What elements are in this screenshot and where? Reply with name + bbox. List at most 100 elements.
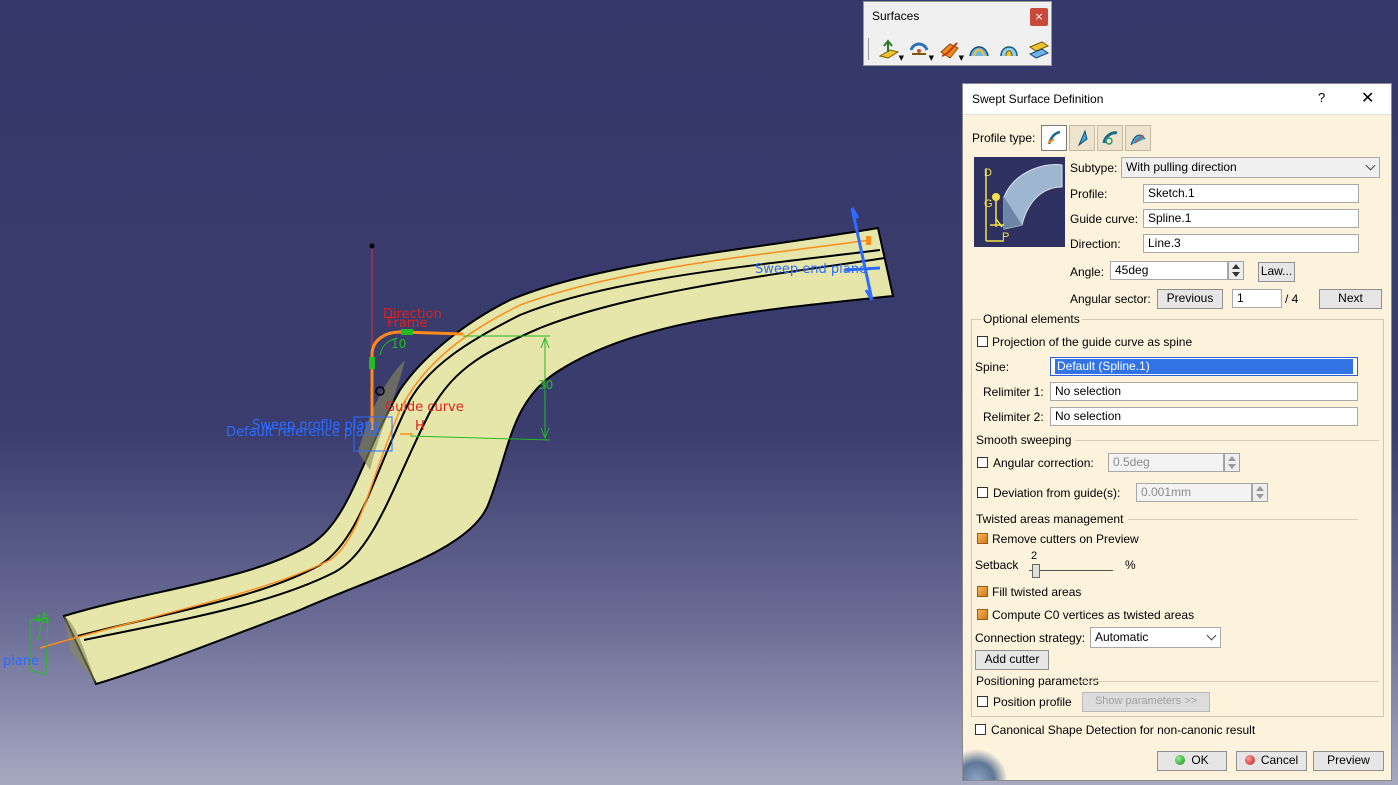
cancel-icon bbox=[1244, 755, 1255, 765]
angular-correction-checkbox[interactable] bbox=[977, 457, 988, 468]
extrude-surface-icon[interactable]: ▼ bbox=[876, 36, 904, 62]
toolbar-close-button[interactable]: × bbox=[1030, 8, 1048, 26]
angle-field[interactable]: 45deg bbox=[1110, 261, 1228, 280]
connection-strategy-label: Connection strategy: bbox=[975, 631, 1086, 645]
deviation-checkbox[interactable] bbox=[977, 487, 988, 498]
h-marker-label: H bbox=[415, 419, 425, 434]
toolbar-grip[interactable] bbox=[868, 38, 871, 60]
angular-sector-label: Angular sector: bbox=[1070, 292, 1151, 306]
angular-sector-field[interactable]: 1 bbox=[1232, 289, 1282, 308]
help-button[interactable]: ? bbox=[1318, 90, 1325, 105]
twisted-areas-separator bbox=[1128, 519, 1358, 520]
optional-elements-title: Optional elements bbox=[981, 312, 1082, 326]
ok-button[interactable]: OK bbox=[1157, 751, 1227, 771]
angular-correction-field[interactable]: 0.5deg bbox=[1108, 453, 1224, 472]
smooth-sweeping-separator bbox=[1075, 440, 1379, 441]
fill-twisted-checkbox[interactable] bbox=[977, 586, 988, 597]
spine-value: Default (Spline.1) bbox=[1055, 359, 1353, 374]
connection-strategy-value: Automatic bbox=[1095, 630, 1149, 644]
angular-correction-spinner[interactable] bbox=[1224, 453, 1240, 472]
guide-curve-field[interactable]: Spline.1 bbox=[1143, 209, 1359, 228]
smooth-sweeping-title: Smooth sweeping bbox=[976, 433, 1072, 447]
swept-surface[interactable] bbox=[62, 226, 895, 686]
remove-cutters-checkbox[interactable] bbox=[977, 533, 988, 544]
dim-30-label: 30 bbox=[538, 378, 554, 392]
surfaces-toolbar[interactable]: Surfaces × ▼ ▼ ▼ bbox=[863, 1, 1052, 66]
explicit-profile-icon[interactable] bbox=[1041, 125, 1067, 151]
line-profile-icon[interactable] bbox=[1069, 125, 1095, 151]
swept-surface-definition-dialog[interactable]: Swept Surface Definition ? ✕ Profile typ… bbox=[962, 83, 1392, 781]
subtype-select[interactable]: With pulling direction bbox=[1121, 157, 1380, 178]
dim-10-label: 10 bbox=[391, 337, 407, 351]
sweep-surface-icon[interactable]: ▼ bbox=[936, 36, 964, 62]
relimiter1-label: Relimiter 1: bbox=[983, 385, 1044, 399]
cancel-button[interactable]: Cancel bbox=[1236, 751, 1307, 771]
sweep-end-plane-label: Sweep end plane bbox=[755, 262, 867, 277]
setback-value: 2 bbox=[1031, 550, 1038, 562]
angular-sector-total: / 4 bbox=[1285, 292, 1299, 306]
angle-label: Angle: bbox=[1070, 265, 1105, 279]
deviation-label: Deviation from guide(s): bbox=[993, 486, 1121, 500]
dialog-titlebar[interactable]: Swept Surface Definition ? ✕ bbox=[963, 84, 1391, 115]
frame-label: Frame bbox=[387, 316, 428, 331]
compute-c0-label: Compute C0 vertices as twisted areas bbox=[992, 608, 1195, 622]
relimiter2-label: Relimiter 2: bbox=[983, 410, 1044, 424]
default-reference-plane-label: Default reference plane bbox=[226, 425, 380, 440]
spine-field[interactable]: Default (Spline.1) bbox=[1050, 357, 1358, 376]
direction-label: Direction: bbox=[1070, 237, 1121, 251]
projection-checkbox[interactable] bbox=[977, 336, 988, 347]
circle-profile-icon[interactable] bbox=[1097, 125, 1123, 151]
subtype-preview-image: D G P bbox=[974, 157, 1065, 247]
setback-slider-handle[interactable] bbox=[1032, 564, 1040, 578]
profile-label: Profile: bbox=[1070, 187, 1108, 201]
multisection-surface-icon[interactable] bbox=[966, 36, 992, 62]
guide-curve-label: Guide curve: bbox=[1070, 212, 1139, 226]
relimiter1-field[interactable]: No selection bbox=[1050, 382, 1358, 401]
previous-button[interactable]: Previous bbox=[1157, 289, 1223, 309]
remove-cutters-label: Remove cutters on Preview bbox=[992, 532, 1139, 546]
twisted-areas-title: Twisted areas management bbox=[976, 512, 1124, 526]
thumb-label-p: P bbox=[1002, 231, 1010, 243]
subtype-label: Subtype: bbox=[1070, 161, 1118, 175]
plane-label: plane bbox=[3, 654, 40, 669]
setback-slider-track[interactable] bbox=[1029, 570, 1113, 571]
dialog-logo-decoration bbox=[963, 749, 1008, 780]
profile-field[interactable]: Sketch.1 bbox=[1143, 184, 1359, 203]
direction-line-end bbox=[369, 243, 375, 249]
canonical-label: Canonical Shape Detection for non-canoni… bbox=[991, 723, 1256, 737]
next-button[interactable]: Next bbox=[1319, 289, 1382, 309]
deviation-field[interactable]: 0.001mm bbox=[1136, 483, 1252, 502]
relimiter2-field[interactable]: No selection bbox=[1050, 407, 1358, 426]
profile-constraint-1 bbox=[369, 357, 375, 369]
offset-surface-icon[interactable] bbox=[1026, 36, 1052, 62]
position-profile-checkbox[interactable] bbox=[977, 696, 988, 707]
setback-label: Setback bbox=[975, 558, 1019, 572]
show-parameters-button[interactable]: Show parameters >> bbox=[1082, 692, 1210, 712]
law-button[interactable]: Law... bbox=[1258, 262, 1295, 282]
deviation-spinner[interactable] bbox=[1252, 483, 1268, 502]
conic-profile-icon[interactable] bbox=[1125, 125, 1151, 151]
position-profile-label: Position profile bbox=[993, 695, 1072, 709]
ok-icon bbox=[1175, 755, 1186, 765]
preview-button[interactable]: Preview bbox=[1313, 751, 1384, 771]
chevron-down-icon bbox=[1206, 630, 1217, 641]
profile-type-label: Profile type: bbox=[972, 131, 1036, 145]
thumb-label-d: D bbox=[984, 167, 992, 179]
angle-spinner[interactable] bbox=[1228, 261, 1244, 280]
connection-strategy-select[interactable]: Automatic bbox=[1090, 627, 1221, 648]
positioning-separator bbox=[1075, 681, 1379, 682]
dialog-title: Swept Surface Definition bbox=[972, 92, 1104, 106]
compute-c0-checkbox[interactable] bbox=[977, 609, 988, 620]
chevron-down-icon bbox=[1365, 160, 1376, 171]
ok-label: OK bbox=[1191, 753, 1209, 767]
guide-curve-label: Guide curve bbox=[385, 400, 464, 415]
dialog-close-button[interactable]: ✕ bbox=[1361, 88, 1374, 108]
thumb-label-g: G bbox=[984, 198, 993, 210]
cancel-label: Cancel bbox=[1260, 753, 1299, 767]
blend-surface-icon[interactable] bbox=[996, 36, 1022, 62]
revolve-surface-icon[interactable]: ▼ bbox=[906, 36, 934, 62]
direction-field[interactable]: Line.3 bbox=[1143, 234, 1359, 253]
add-cutter-button[interactable]: Add cutter bbox=[975, 650, 1049, 670]
end-plane-orange-marker bbox=[866, 236, 871, 245]
canonical-checkbox[interactable] bbox=[975, 724, 986, 735]
